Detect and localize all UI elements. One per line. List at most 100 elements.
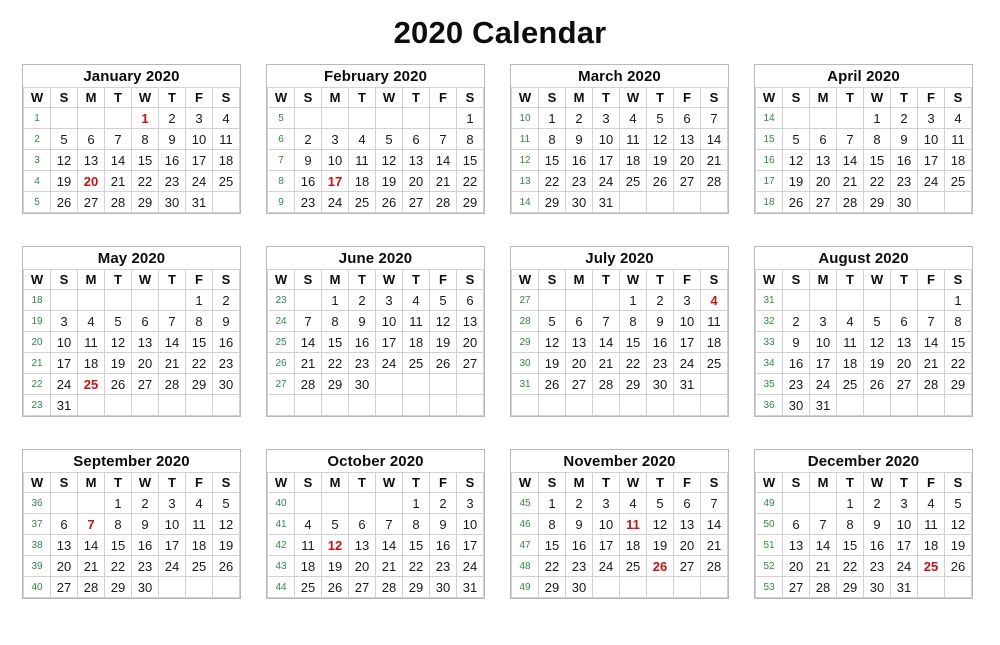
day-cell[interactable]: 11 (185, 513, 213, 536)
day-cell[interactable]: 18 (619, 149, 647, 172)
day-cell[interactable]: 13 (77, 149, 105, 172)
day-cell[interactable]: 25 (836, 373, 864, 396)
day-cell[interactable]: 12 (212, 513, 240, 536)
day-cell[interactable]: 3 (321, 128, 349, 151)
day-cell[interactable]: 31 (50, 394, 78, 417)
day-cell[interactable]: 6 (673, 492, 701, 515)
day-cell[interactable]: 15 (402, 534, 430, 557)
day-cell[interactable]: 24 (158, 555, 186, 578)
day-cell[interactable]: 3 (592, 492, 620, 515)
day-cell[interactable]: 29 (131, 191, 159, 214)
day-cell[interactable]: 29 (185, 373, 213, 396)
day-cell[interactable]: 30 (348, 373, 376, 396)
day-cell[interactable]: 23 (158, 170, 186, 193)
day-cell[interactable]: 4 (212, 107, 240, 130)
day-cell[interactable]: 21 (809, 555, 837, 578)
day-cell[interactable]: 5 (538, 310, 566, 333)
day-cell[interactable]: 30 (212, 373, 240, 396)
day-cell[interactable]: 15 (619, 331, 647, 354)
day-cell[interactable]: 17 (809, 352, 837, 375)
day-cell[interactable]: 4 (185, 492, 213, 515)
day-cell[interactable]: 7 (104, 128, 132, 151)
day-cell[interactable]: 3 (185, 107, 213, 130)
day-cell[interactable]: 16 (429, 534, 457, 557)
holiday-day-cell[interactable]: 7 (77, 513, 105, 536)
day-cell[interactable]: 28 (836, 191, 864, 214)
holiday-day-cell[interactable]: 12 (321, 534, 349, 557)
day-cell[interactable]: 6 (565, 310, 593, 333)
day-cell[interactable]: 15 (944, 331, 972, 354)
day-cell[interactable]: 5 (863, 310, 891, 333)
day-cell[interactable]: 9 (646, 310, 674, 333)
day-cell[interactable]: 19 (646, 534, 674, 557)
day-cell[interactable]: 1 (863, 107, 891, 130)
day-cell[interactable]: 15 (185, 331, 213, 354)
day-cell[interactable]: 13 (131, 331, 159, 354)
day-cell[interactable]: 28 (294, 373, 322, 396)
day-cell[interactable]: 12 (538, 331, 566, 354)
day-cell[interactable]: 16 (565, 534, 593, 557)
day-cell[interactable]: 25 (619, 555, 647, 578)
day-cell[interactable]: 19 (212, 534, 240, 557)
day-cell[interactable]: 13 (456, 310, 484, 333)
day-cell[interactable]: 16 (294, 170, 322, 193)
day-cell[interactable]: 12 (50, 149, 78, 172)
holiday-day-cell[interactable]: 17 (321, 170, 349, 193)
day-cell[interactable]: 17 (592, 149, 620, 172)
day-cell[interactable]: 13 (890, 331, 918, 354)
day-cell[interactable]: 26 (375, 191, 403, 214)
day-cell[interactable]: 14 (158, 331, 186, 354)
day-cell[interactable]: 10 (375, 310, 403, 333)
day-cell[interactable]: 7 (700, 107, 728, 130)
day-cell[interactable]: 10 (185, 128, 213, 151)
day-cell[interactable]: 21 (592, 352, 620, 375)
day-cell[interactable]: 10 (890, 513, 918, 536)
day-cell[interactable]: 27 (77, 191, 105, 214)
day-cell[interactable]: 2 (646, 289, 674, 312)
day-cell[interactable]: 29 (619, 373, 647, 396)
day-cell[interactable]: 12 (429, 310, 457, 333)
day-cell[interactable]: 31 (592, 191, 620, 214)
day-cell[interactable]: 5 (429, 289, 457, 312)
day-cell[interactable]: 18 (185, 534, 213, 557)
holiday-day-cell[interactable]: 11 (619, 513, 647, 536)
day-cell[interactable]: 4 (348, 128, 376, 151)
day-cell[interactable]: 13 (673, 513, 701, 536)
day-cell[interactable]: 8 (185, 310, 213, 333)
day-cell[interactable]: 14 (77, 534, 105, 557)
day-cell[interactable]: 27 (456, 352, 484, 375)
day-cell[interactable]: 7 (809, 513, 837, 536)
day-cell[interactable]: 15 (836, 534, 864, 557)
day-cell[interactable]: 16 (782, 352, 810, 375)
day-cell[interactable]: 13 (50, 534, 78, 557)
day-cell[interactable]: 26 (50, 191, 78, 214)
day-cell[interactable]: 8 (944, 310, 972, 333)
day-cell[interactable]: 11 (944, 128, 972, 151)
day-cell[interactable]: 17 (673, 331, 701, 354)
day-cell[interactable]: 30 (565, 191, 593, 214)
day-cell[interactable]: 6 (782, 513, 810, 536)
day-cell[interactable]: 10 (50, 331, 78, 354)
day-cell[interactable]: 9 (158, 128, 186, 151)
day-cell[interactable]: 22 (104, 555, 132, 578)
day-cell[interactable]: 6 (348, 513, 376, 536)
day-cell[interactable]: 3 (890, 492, 918, 515)
day-cell[interactable]: 11 (294, 534, 322, 557)
day-cell[interactable]: 25 (402, 352, 430, 375)
day-cell[interactable]: 16 (890, 149, 918, 172)
day-cell[interactable]: 8 (131, 128, 159, 151)
day-cell[interactable]: 22 (456, 170, 484, 193)
day-cell[interactable]: 17 (890, 534, 918, 557)
day-cell[interactable]: 16 (158, 149, 186, 172)
day-cell[interactable]: 25 (700, 352, 728, 375)
day-cell[interactable]: 7 (917, 310, 945, 333)
day-cell[interactable]: 20 (131, 352, 159, 375)
day-cell[interactable]: 9 (863, 513, 891, 536)
day-cell[interactable]: 2 (890, 107, 918, 130)
day-cell[interactable]: 11 (836, 331, 864, 354)
day-cell[interactable]: 14 (294, 331, 322, 354)
day-cell[interactable]: 19 (429, 331, 457, 354)
day-cell[interactable]: 12 (863, 331, 891, 354)
day-cell[interactable]: 5 (104, 310, 132, 333)
day-cell[interactable]: 5 (782, 128, 810, 151)
